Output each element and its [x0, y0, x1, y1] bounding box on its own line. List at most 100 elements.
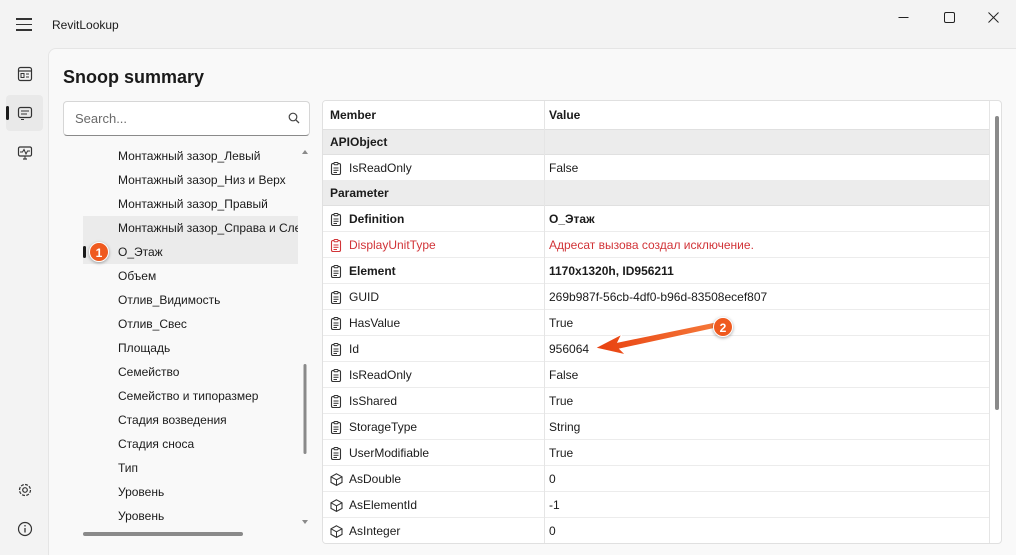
- method-icon: [330, 498, 343, 512]
- property-icon: [330, 290, 343, 304]
- nav-about[interactable]: [6, 511, 43, 547]
- table-row[interactable]: DisplayUnitType Адресат вызова создал иск…: [323, 232, 989, 258]
- tree-item[interactable]: Монтажный зазор_Справа и Слева: [83, 216, 298, 240]
- tree-item[interactable]: Стадия возведения: [83, 408, 298, 432]
- tree-item[interactable]: Монтажный зазор_Правый: [83, 192, 298, 216]
- table-row[interactable]: GUID 269b987f-56cb-4df0-b96d-83508ecef807: [323, 284, 989, 310]
- selection-indicator: [83, 246, 86, 258]
- member-name: AsElementId: [349, 498, 418, 512]
- table-row[interactable]: Definition О_Этаж: [323, 206, 989, 232]
- member-name: GUID: [349, 290, 379, 304]
- member-cell: IsReadOnly: [323, 155, 544, 181]
- annotation-badge-2: 2: [713, 317, 733, 337]
- member-name: DisplayUnitType: [349, 238, 436, 252]
- tree-item[interactable]: Тип: [83, 456, 298, 480]
- value-cell: Адресат вызова создал исключение.: [549, 238, 754, 252]
- grid-scrollbar[interactable]: [995, 116, 999, 410]
- column-header-value[interactable]: Value: [545, 101, 989, 130]
- table-row[interactable]: AsInteger 0: [323, 518, 989, 543]
- table-row[interactable]: IsReadOnly False: [323, 362, 989, 388]
- annotation-badge-1: 1: [89, 242, 109, 262]
- snoop-icon: [17, 106, 32, 120]
- info-icon: [17, 521, 32, 537]
- member-cell: AsDouble: [323, 466, 544, 492]
- title-bar: RevitLookup: [0, 0, 1016, 48]
- tree-item[interactable]: Объем: [83, 264, 298, 288]
- nav-snoop-summary[interactable]: [6, 95, 43, 131]
- nav-events[interactable]: [6, 135, 43, 171]
- table-row[interactable]: IsShared True: [323, 388, 989, 414]
- member-cell: DisplayUnitType: [323, 232, 544, 258]
- menu-icon[interactable]: [16, 18, 32, 31]
- tree-item[interactable]: Семейство и типоразмер: [83, 384, 298, 408]
- member-name: Id: [349, 342, 360, 356]
- member-cell: Element: [323, 258, 544, 284]
- content-area: Snoop summary Монтажный зазор_ЛевыйМонта…: [48, 48, 1016, 555]
- member-cell: GUID: [323, 284, 544, 310]
- tree-item-label: О_Этаж: [118, 245, 163, 259]
- member-cell: HasValue: [323, 310, 544, 336]
- column-divider: [989, 101, 990, 543]
- tree-item[interactable]: Отлив_Свес: [83, 312, 298, 336]
- tree-item[interactable]: Стадия сноса: [83, 432, 298, 456]
- property-icon: [330, 212, 343, 226]
- table-row[interactable]: UserModifiable True: [323, 440, 989, 466]
- search-icon[interactable]: [288, 112, 300, 124]
- member-cell: Definition: [323, 206, 544, 232]
- member-name: HasValue: [349, 316, 401, 330]
- nav-rail: [0, 48, 48, 555]
- page-title: Snoop summary: [63, 67, 205, 87]
- parameter-tree: Монтажный зазор_Левый Монтажный зазор_Низ…: [83, 144, 298, 530]
- value-cell: String: [549, 420, 581, 434]
- value-cell: False: [549, 368, 579, 382]
- search-box[interactable]: [63, 101, 310, 136]
- value-cell: True: [549, 446, 574, 460]
- app-title: RevitLookup: [52, 18, 119, 32]
- property-icon: [330, 446, 343, 460]
- maximize-icon: [943, 11, 955, 23]
- table-row[interactable]: Element 1170x1320h, ID956211: [323, 258, 989, 284]
- table-row[interactable]: AsDouble 0: [323, 466, 989, 492]
- table-row[interactable]: IsReadOnly False: [323, 155, 989, 181]
- tree-scrollbar[interactable]: [302, 147, 308, 527]
- member-name: AsDouble: [349, 472, 402, 486]
- property-icon: [330, 316, 343, 330]
- member-cell: AsElementId: [323, 492, 544, 518]
- tree-item[interactable]: Семейство: [83, 360, 298, 384]
- nav-dashboard[interactable]: [6, 56, 43, 92]
- tree-horizontal-scrollbar[interactable]: [83, 532, 243, 536]
- table-row[interactable]: StorageType String: [323, 414, 989, 440]
- member-name: IsReadOnly: [349, 161, 412, 175]
- group-header-apiobject[interactable]: APIObject: [323, 130, 989, 155]
- grid-header: Member Value: [323, 101, 989, 130]
- annotation-arrow: [593, 321, 718, 357]
- maximize-button[interactable]: [926, 0, 972, 34]
- member-name: Element: [349, 264, 396, 278]
- property-icon: [330, 238, 343, 252]
- gear-icon: [18, 483, 31, 497]
- member-name: AsInteger: [349, 524, 401, 538]
- member-name: StorageType: [349, 420, 418, 434]
- table-row[interactable]: AsElementId -1: [323, 492, 989, 518]
- group-header-parameter[interactable]: Parameter: [323, 181, 989, 206]
- property-icon: [330, 264, 343, 278]
- member-cell: Id: [323, 336, 544, 362]
- property-icon: [330, 394, 343, 408]
- column-header-member[interactable]: Member: [323, 101, 544, 130]
- search-input[interactable]: [64, 102, 264, 135]
- close-button[interactable]: [970, 0, 1016, 34]
- monitor-icon: [17, 146, 32, 160]
- tree-item[interactable]: Монтажный зазор_Левый: [83, 144, 298, 168]
- member-cell: IsShared: [323, 388, 544, 414]
- tree-item[interactable]: Уровень: [83, 480, 298, 504]
- minimize-button[interactable]: [880, 0, 926, 34]
- tree-item[interactable]: Отлив_Видимость: [83, 288, 298, 312]
- property-icon: [330, 161, 343, 175]
- tree-item[interactable]: Уровень: [83, 504, 298, 528]
- value-cell: О_Этаж: [549, 212, 595, 226]
- tree-item[interactable]: О_Этаж: [83, 240, 298, 264]
- tree-item[interactable]: Площадь: [83, 336, 298, 360]
- member-name: Definition: [349, 212, 405, 226]
- nav-settings[interactable]: [6, 472, 43, 508]
- tree-item[interactable]: Монтажный зазор_Низ и Верх: [83, 168, 298, 192]
